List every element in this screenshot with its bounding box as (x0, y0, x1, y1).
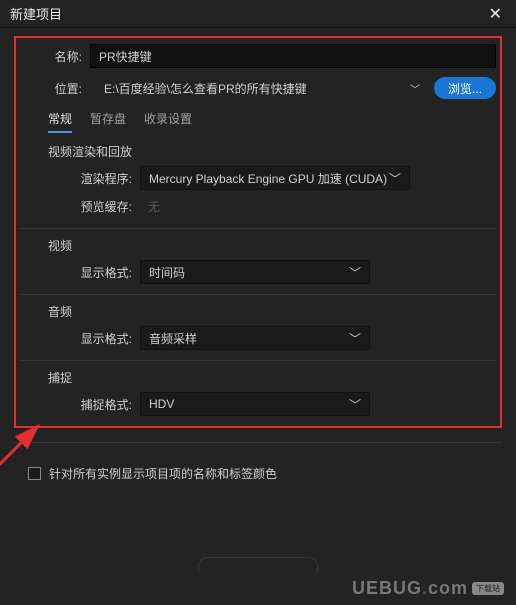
name-label: 名称: (20, 48, 90, 65)
video-format-value: 时间码 (149, 264, 185, 281)
section-capture: 捕捉 (48, 369, 496, 386)
divider (20, 228, 496, 229)
chevron-down-icon: ﹀ (410, 81, 420, 96)
name-input[interactable] (90, 44, 496, 68)
audio-format-select[interactable]: 音频采样 ﹀ (140, 326, 370, 350)
divider (20, 360, 496, 361)
video-format-label: 显示格式: (20, 264, 140, 281)
renderer-value: Mercury Playback Engine GPU 加速 (CUDA) (149, 170, 387, 187)
section-video: 视频 (48, 237, 496, 254)
location-value: E:\百度经验\怎么查看PR的所有快捷键 (104, 80, 307, 97)
renderer-select[interactable]: Mercury Playback Engine GPU 加速 (CUDA) ﹀ (140, 166, 410, 190)
watermark-badge: 下载站 (472, 582, 504, 595)
highlight-box: 名称: 位置: E:\百度经验\怎么查看PR的所有快捷键 ﹀ 浏览... 常规 … (14, 36, 502, 428)
video-format-select[interactable]: 时间码 ﹀ (140, 260, 370, 284)
capture-format-select[interactable]: HDV ﹀ (140, 392, 370, 416)
section-render: 视频渲染和回放 (48, 143, 496, 160)
show-names-checkbox[interactable] (28, 467, 41, 480)
location-dropdown[interactable]: E:\百度经验\怎么查看PR的所有快捷键 ﹀ (96, 76, 428, 100)
section-audio: 音频 (48, 303, 496, 320)
chevron-down-icon: ﹀ (349, 396, 361, 413)
divider (20, 294, 496, 295)
watermark-text: com (428, 578, 468, 599)
close-icon[interactable]: ✕ (485, 4, 506, 24)
divider (14, 442, 502, 443)
tabs: 常规 暂存盘 收录设置 (48, 110, 496, 133)
location-label: 位置: (20, 80, 90, 97)
tab-general[interactable]: 常规 (48, 110, 72, 133)
capture-format-label: 捕捉格式: (20, 396, 140, 413)
bottom-button-outline (198, 557, 318, 573)
show-names-label: 针对所有实例显示项目项的名称和标签颜色 (49, 465, 277, 482)
renderer-label: 渲染程序: (20, 170, 140, 187)
chevron-down-icon: ﹀ (349, 264, 361, 281)
audio-format-value: 音频采样 (149, 330, 197, 347)
browse-button[interactable]: 浏览... (434, 77, 496, 99)
tab-ingest[interactable]: 收录设置 (144, 110, 192, 133)
window-title: 新建项目 (10, 4, 62, 23)
preview-cache-label: 预览缓存: (20, 198, 140, 215)
watermark-text: UEBUG (352, 578, 422, 599)
watermark: UEBUG.com 下载站 (352, 578, 504, 599)
capture-format-value: HDV (149, 397, 174, 411)
chevron-down-icon: ﹀ (349, 330, 361, 347)
audio-format-label: 显示格式: (20, 330, 140, 347)
titlebar: 新建项目 ✕ (0, 0, 516, 28)
tab-scratch-disks[interactable]: 暂存盘 (90, 110, 126, 133)
preview-cache-value: 无 (140, 194, 496, 218)
chevron-down-icon: ﹀ (389, 170, 401, 187)
